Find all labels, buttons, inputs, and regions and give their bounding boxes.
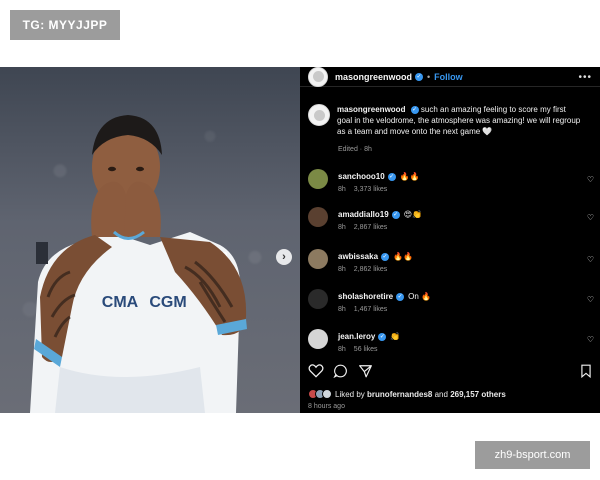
comment-text: awbissaka ✓ 🔥🔥	[338, 252, 413, 261]
comment-time: 8h	[338, 266, 346, 273]
comment-body: 👏	[390, 332, 401, 341]
comment-body: 😍👏	[403, 210, 422, 219]
post-header: masongreenwood ✓ • Follow •••	[300, 66, 600, 87]
post-side-panel: masongreenwood ✓ • Follow ••• masongreen…	[300, 66, 600, 413]
verified-icon: ✓	[415, 72, 424, 81]
comment-meta: 8h 3,373 likes	[338, 186, 387, 193]
comment-meta: 8h 2,862 likes	[338, 266, 387, 273]
verified-icon: ✓	[378, 332, 387, 341]
commenter-avatar[interactable]	[308, 249, 328, 269]
comment-heart-icon[interactable]: ♡	[587, 213, 594, 222]
comment-heart-icon[interactable]: ♡	[587, 255, 594, 264]
verified-icon: ✓	[391, 210, 400, 219]
edited-label: Edited · 8h	[338, 146, 372, 153]
comment-likes[interactable]: 1,467 likes	[354, 306, 387, 313]
liked-by-row[interactable]: Liked by brunofernandes8 and 269,157 oth…	[308, 389, 506, 399]
verified-icon: ✓	[396, 292, 405, 301]
share-icon[interactable]	[358, 364, 373, 378]
comment-body: On 🔥	[408, 292, 431, 301]
comment-icon[interactable]	[333, 364, 348, 378]
comment-time: 8h	[338, 346, 346, 353]
commenter-avatar[interactable]	[308, 169, 328, 189]
commenter-username[interactable]: jean.leroy	[338, 332, 375, 341]
svg-text:CMA: CMA	[102, 294, 139, 311]
page: TG: MYYJJPP CMA CGM › masongreenwood ✓ •…	[0, 0, 600, 480]
comment-likes[interactable]: 2,862 likes	[354, 266, 387, 273]
liker-avatar	[322, 389, 332, 399]
comment-row: sholashoretire ✓ On 🔥 8h 1,467 likes ♡	[308, 289, 600, 321]
comment-meta: 8h 1,467 likes	[338, 306, 387, 313]
liked-by-user[interactable]: brunofernandes8	[367, 390, 432, 399]
commenter-username[interactable]: sholashoretire	[338, 292, 393, 301]
comment-time: 8h	[338, 186, 346, 193]
comment-row: jean.leroy ✓ 👏 8h 56 likes ♡	[308, 329, 600, 361]
comment-likes[interactable]: 2,867 likes	[354, 224, 387, 231]
watermark-top: TG: MYYJJPP	[10, 10, 120, 40]
comment-likes[interactable]: 56 likes	[354, 346, 378, 353]
comment-meta: 8h 2,867 likes	[338, 224, 387, 231]
comment-row: awbissaka ✓ 🔥🔥 8h 2,862 likes ♡	[308, 249, 600, 281]
comment-text: sanchooo10 ✓ 🔥🔥	[338, 172, 420, 181]
comment-text: amaddiallo19 ✓ 😍👏	[338, 210, 422, 219]
commenter-avatar[interactable]	[308, 207, 328, 227]
action-bar	[308, 364, 592, 378]
next-arrow-icon[interactable]: ›	[276, 249, 292, 265]
comment-text: jean.leroy ✓ 👏	[338, 332, 400, 341]
svg-text:CGM: CGM	[149, 294, 186, 311]
commenter-username[interactable]: sanchooo10	[338, 172, 385, 181]
liked-by-text: Liked by brunofernandes8 and 269,157 oth…	[335, 389, 506, 399]
post-photo[interactable]: CMA CGM ›	[0, 67, 300, 413]
player-illustration: CMA CGM	[30, 115, 247, 413]
comment-heart-icon[interactable]: ♡	[587, 295, 594, 304]
caption-text-block: masongreenwood ✓ such an amazing feeling…	[337, 104, 582, 137]
liked-by-count[interactable]: 269,157 others	[450, 390, 506, 399]
post-caption: masongreenwood ✓ such an amazing feeling…	[308, 104, 590, 137]
commenter-username[interactable]: amaddiallo19	[338, 210, 389, 219]
posted-time: 8 hours ago	[308, 403, 345, 410]
comment-time: 8h	[338, 224, 346, 231]
heart-icon[interactable]	[308, 364, 324, 378]
comment-likes[interactable]: 3,373 likes	[354, 186, 387, 193]
comment-row: amaddiallo19 ✓ 😍👏 8h 2,867 likes ♡	[308, 207, 600, 239]
follow-button[interactable]: Follow	[434, 72, 463, 82]
instagram-post: CMA CGM › masongreenwood ✓ • Follow ••• …	[0, 66, 600, 413]
watermark-bottom: zh9-bsport.com	[475, 441, 590, 469]
caption-username[interactable]: masongreenwood	[337, 105, 405, 114]
author-username[interactable]: masongreenwood	[335, 72, 412, 82]
separator-dot: •	[427, 71, 431, 82]
verified-icon: ✓	[410, 105, 419, 114]
author-avatar[interactable]	[308, 66, 328, 87]
comment-body: 🔥🔥	[393, 252, 413, 261]
commenter-avatar[interactable]	[308, 329, 328, 349]
comment-heart-icon[interactable]: ♡	[587, 335, 594, 344]
bookmark-icon[interactable]	[580, 364, 592, 378]
caption-avatar[interactable]	[308, 104, 330, 126]
commenter-avatar[interactable]	[308, 289, 328, 309]
comment-heart-icon[interactable]: ♡	[587, 175, 594, 184]
more-options-icon[interactable]: •••	[578, 72, 592, 83]
comment-row: sanchooo10 ✓ 🔥🔥 8h 3,373 likes ♡	[308, 169, 600, 201]
verified-icon: ✓	[381, 252, 390, 261]
comment-meta: 8h 56 likes	[338, 346, 378, 353]
verified-icon: ✓	[387, 172, 396, 181]
comment-body: 🔥🔥	[399, 172, 420, 181]
commenter-username[interactable]: awbissaka	[338, 252, 378, 261]
comment-text: sholashoretire ✓ On 🔥	[338, 292, 431, 301]
comment-time: 8h	[338, 306, 346, 313]
